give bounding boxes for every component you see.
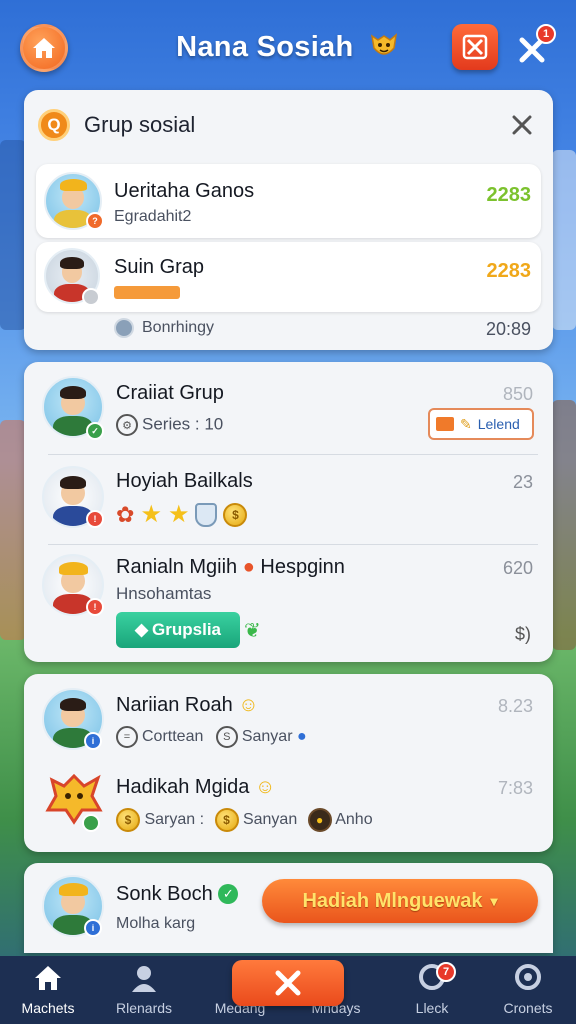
star-icon: ★ bbox=[140, 501, 162, 528]
equal-icon: = bbox=[116, 726, 138, 748]
home-icon bbox=[35, 966, 61, 990]
item-name: Hoyiah Bailkals bbox=[116, 470, 253, 492]
item-name: Ueritaha Ganos bbox=[114, 180, 255, 202]
nav-item-friends[interactable]: Rlenards bbox=[96, 956, 192, 1024]
tools-button[interactable]: 1 bbox=[512, 24, 556, 70]
item-sub: Hnsohamtas bbox=[116, 584, 212, 603]
minigame-button[interactable] bbox=[452, 24, 498, 70]
info-icon: ● bbox=[296, 728, 307, 746]
mascot-icon bbox=[368, 30, 400, 68]
leaf-icon: ❦ bbox=[244, 620, 261, 642]
item-name: Suin Grap bbox=[114, 256, 205, 278]
reward-button-label: Hadiah Mlnguewak bbox=[302, 889, 483, 912]
check-badge: 7 bbox=[436, 962, 456, 982]
item-name: Nariian Roah ☺ bbox=[116, 694, 259, 716]
friends-panel: ✓ Craiiat Grup ⚙ Series : 10 850 ✎ Lelend… bbox=[24, 362, 553, 662]
item-badges: ✿ ★ ★ $ bbox=[116, 500, 248, 529]
app-title-text: Nana Sosiah bbox=[176, 31, 354, 63]
item-score: 7:83 bbox=[497, 778, 533, 798]
divider bbox=[48, 454, 538, 455]
group-badge: Q bbox=[38, 109, 70, 141]
close-button[interactable] bbox=[507, 110, 537, 140]
rank-badge: ? bbox=[86, 212, 104, 230]
item-sub: Egradahit2 bbox=[114, 208, 192, 225]
progress-bar bbox=[114, 286, 180, 299]
cat-icon: ✿ bbox=[116, 501, 135, 527]
item-name: Hadikah Mgida ☺ bbox=[116, 776, 276, 798]
nav-item-cronets[interactable]: Cronets bbox=[480, 956, 576, 1024]
group-panel: Q Grup sosial ? Ueritaha Ganos Egradahit… bbox=[24, 90, 553, 350]
crossed-swords-icon bbox=[462, 34, 488, 60]
footer-avatar bbox=[114, 318, 134, 338]
status-badge: i bbox=[84, 732, 102, 750]
footer-label: Bonrhingy bbox=[142, 319, 215, 336]
nav-label: Machets bbox=[21, 1000, 75, 1016]
item-score: 620 bbox=[502, 558, 533, 578]
nav-label: Cronets bbox=[503, 1000, 553, 1016]
item-score: 23 bbox=[512, 472, 533, 492]
coins-icon: $ bbox=[116, 808, 140, 832]
item-name: Craiiat Grup bbox=[116, 382, 224, 404]
status-badge: ! bbox=[86, 598, 104, 616]
app-title: Nana Sosiah bbox=[120, 30, 456, 68]
item-series: ⚙ Series : 10 bbox=[116, 414, 223, 436]
nav-item-check[interactable]: 7 Lleck bbox=[384, 956, 480, 1024]
battle-center-button[interactable] bbox=[232, 960, 344, 1006]
nav-label: Lleck bbox=[415, 1000, 449, 1016]
fire-icon: ● bbox=[242, 556, 255, 578]
shield-icon bbox=[195, 502, 218, 527]
weekly-reward-button[interactable]: Hadiah Mlnguewak ▾ bbox=[262, 879, 538, 923]
panel-header: Q Grup sosial bbox=[24, 90, 553, 160]
profile-name: Sonk Boch ✓ bbox=[116, 883, 239, 906]
medal-icon: ● bbox=[307, 808, 332, 832]
person-icon bbox=[132, 966, 156, 992]
nav-item-home[interactable]: Machets bbox=[0, 956, 96, 1024]
list-item[interactable]: Suin Grap 2283 bbox=[36, 242, 541, 312]
coin-icon: $ bbox=[223, 502, 248, 527]
series-icon: ⚙ bbox=[116, 414, 138, 436]
divider bbox=[48, 544, 538, 545]
star-icon: ★ bbox=[167, 501, 190, 528]
diamond-icon: ◆ bbox=[134, 620, 149, 639]
item-score: 850 bbox=[502, 384, 533, 404]
status-badge: i bbox=[84, 919, 102, 937]
online-badge bbox=[82, 814, 100, 832]
status-badge bbox=[82, 288, 100, 306]
profile-ring-icon bbox=[515, 964, 541, 990]
tools-badge: 1 bbox=[536, 24, 556, 44]
smile-icon: ☺ bbox=[238, 694, 259, 716]
profile-sub: Molha karg bbox=[116, 915, 196, 932]
tag-icon bbox=[436, 417, 454, 431]
rewards-panel: i Nariian Roah ☺ = Corttean S Sanyar ● 8.2… bbox=[24, 674, 553, 852]
item-chips: = Corttean S Sanyar ● bbox=[116, 726, 307, 748]
crossed-swords-icon bbox=[275, 970, 301, 996]
coin-icon: $ bbox=[214, 808, 239, 832]
online-badge: ✓ bbox=[86, 422, 104, 440]
panel-title: Grup sosial bbox=[84, 112, 196, 137]
item-chips: $ Saryan : $ Sanyan ● Anho bbox=[116, 808, 373, 832]
s-icon: S bbox=[215, 726, 238, 748]
chevron-down-icon: ▾ bbox=[490, 892, 498, 909]
legend-tag-button[interactable]: ✎ Lelend bbox=[428, 408, 534, 440]
pencil-icon: ✎ bbox=[460, 415, 472, 432]
item-name: Ranialn Mgiih ● Hespginn bbox=[116, 556, 345, 578]
verified-icon: ✓ bbox=[218, 884, 239, 904]
item-currency: $) bbox=[514, 624, 531, 644]
home-button[interactable] bbox=[20, 24, 68, 72]
home-icon bbox=[33, 38, 55, 58]
item-score: 2283 bbox=[486, 260, 532, 282]
item-score: 2283 bbox=[486, 184, 532, 206]
close-icon bbox=[512, 115, 532, 135]
item-score: 8.23 bbox=[497, 696, 533, 716]
top-bar: Nana Sosiah 1 bbox=[0, 0, 576, 92]
list-item[interactable]: ? Ueritaha Ganos Egradahit2 2283 bbox=[36, 164, 541, 238]
tag-label: Lelend bbox=[477, 416, 520, 432]
nav-label: Rlenards bbox=[115, 1000, 173, 1016]
footer-value: 20:89 bbox=[485, 319, 531, 339]
status-badge: ! bbox=[86, 510, 104, 528]
smile-icon: ☺ bbox=[254, 776, 276, 798]
group-chip-button[interactable]: ◆ Grupslia bbox=[116, 612, 240, 648]
